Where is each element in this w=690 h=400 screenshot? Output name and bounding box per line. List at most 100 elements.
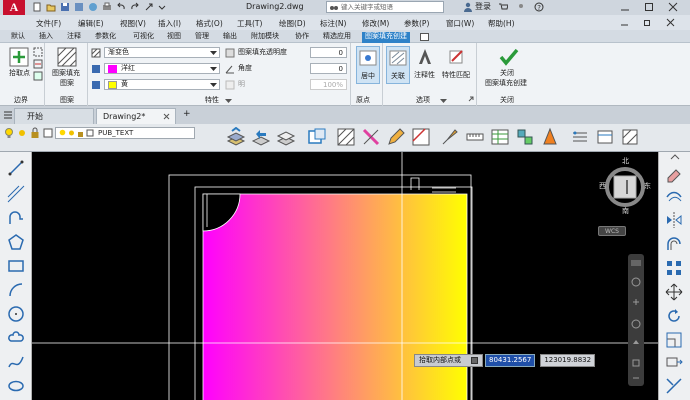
lightbulb-icon[interactable]	[4, 127, 14, 139]
viewcube-east[interactable]: 东	[644, 183, 651, 190]
close-icon[interactable]	[668, 2, 678, 12]
tab-start[interactable]: 开始	[14, 108, 94, 124]
help-icon[interactable]: ?	[534, 2, 544, 12]
doc-close-icon[interactable]	[666, 18, 675, 27]
ribbon-toggle-icon[interactable]	[420, 33, 429, 41]
wcs-menu[interactable]: WCS	[598, 226, 626, 236]
maximize-icon[interactable]	[644, 2, 654, 12]
tab-output[interactable]: 输出	[220, 32, 240, 43]
save-icon[interactable]	[60, 2, 70, 12]
chevron-down-icon[interactable]	[158, 2, 166, 12]
select-objects-icon[interactable]	[33, 47, 43, 57]
tab-hatch-creation[interactable]: 图案填充创建	[362, 32, 410, 43]
doc-restore-icon[interactable]	[643, 18, 652, 27]
tab-default[interactable]: 默认	[8, 32, 28, 43]
hatch-type-select[interactable]: 渐变色	[104, 47, 220, 58]
tab-parametric[interactable]: 参数化	[92, 32, 119, 43]
region-tool[interactable]	[411, 127, 431, 147]
drawing-canvas[interactable]: 北 南 东 西 WCS 拾取内部点或 80431.2567 123019.883…	[32, 152, 658, 400]
rotate-tool[interactable]	[663, 306, 685, 326]
web-icon[interactable]	[88, 2, 98, 12]
gradient-tool[interactable]	[361, 127, 381, 147]
tooltip-menu-icon[interactable]	[471, 356, 478, 364]
menu-help[interactable]: 帮助(H)	[488, 18, 515, 29]
color-square-icon[interactable]	[43, 127, 53, 139]
angle-input[interactable]: 0	[310, 63, 347, 74]
new-tab-button[interactable]: +	[183, 110, 191, 119]
revcloud-tool[interactable]	[5, 328, 27, 348]
gradient-hatch-fill[interactable]	[203, 194, 467, 400]
save-as-icon[interactable]	[74, 2, 84, 12]
minimize-icon[interactable]	[620, 2, 630, 12]
menu-icon[interactable]	[3, 110, 13, 120]
tab-manage[interactable]: 管理	[192, 32, 212, 43]
measure-tool[interactable]	[465, 127, 485, 147]
scroll-up-icon[interactable]	[670, 154, 680, 160]
table-tool[interactable]	[490, 127, 510, 147]
hatch-edit-tool[interactable]	[620, 127, 640, 147]
new-file-icon[interactable]	[32, 2, 42, 12]
block-tool[interactable]	[515, 127, 535, 147]
pencil-tool[interactable]	[386, 127, 406, 147]
move-tool[interactable]	[663, 282, 685, 302]
lock-icon[interactable]	[30, 127, 40, 139]
pick-point-button[interactable]	[9, 47, 29, 67]
polyline-tool[interactable]	[5, 208, 27, 228]
line-tool[interactable]	[5, 158, 27, 178]
hatch-tool[interactable]	[336, 127, 356, 147]
plot-icon[interactable]	[102, 2, 112, 12]
menu-dimension[interactable]: 标注(N)	[320, 18, 346, 29]
search-box[interactable]: 键入关键字或短语	[326, 1, 444, 13]
rectangle-tool[interactable]	[5, 256, 27, 276]
viewcube[interactable]: 北 南 东 西	[598, 158, 652, 230]
viewcube-west[interactable]: 西	[599, 183, 606, 190]
viewcube-north[interactable]: 北	[622, 158, 629, 165]
arc-tool[interactable]	[5, 280, 27, 300]
frame-tool[interactable]	[595, 127, 615, 147]
user-area[interactable]: 登录	[463, 2, 491, 12]
dialog-launcher-icon[interactable]	[468, 96, 474, 102]
erase-tool[interactable]	[663, 164, 685, 184]
y-coordinate-input[interactable]: 123019.8832	[540, 353, 596, 367]
menu-format[interactable]: 格式(O)	[196, 18, 223, 29]
annotative-button[interactable]	[414, 47, 436, 67]
menu-tools[interactable]: 工具(T)	[237, 18, 262, 29]
scale-tool[interactable]	[663, 330, 685, 350]
menu-edit[interactable]: 编辑(E)	[78, 18, 104, 29]
tab-featured-apps[interactable]: 精选应用	[320, 32, 354, 43]
sun-icon[interactable]	[17, 127, 27, 139]
circle-tool[interactable]	[5, 304, 27, 324]
trim-tool[interactable]	[663, 376, 685, 396]
layer-properties-tool[interactable]	[226, 127, 246, 147]
x-coordinate-input[interactable]: 80431.2567	[485, 353, 536, 367]
mirror-tool[interactable]	[663, 210, 685, 230]
chevron-down-icon[interactable]	[225, 99, 232, 104]
doc-minimize-icon[interactable]	[620, 18, 629, 27]
tab-visualize[interactable]: 可视化	[130, 32, 157, 43]
tab-close-icon[interactable]	[163, 113, 170, 120]
ellipse-tool[interactable]	[5, 376, 27, 396]
transparency-input[interactable]: 0	[310, 47, 347, 58]
menu-insert[interactable]: 插入(I)	[158, 18, 181, 29]
cart-icon[interactable]	[498, 2, 508, 12]
associative-button[interactable]: 关联	[386, 46, 410, 84]
tab-addins[interactable]: 附加模块	[248, 32, 282, 43]
centered-button[interactable]: 居中	[356, 46, 380, 84]
gradient-color1-select[interactable]: 洋红	[104, 63, 220, 74]
tab-annotate[interactable]: 注释	[64, 32, 84, 43]
construction-line-tool[interactable]	[5, 184, 27, 204]
open-file-icon[interactable]	[46, 2, 56, 12]
layer-dropdown[interactable]: PUB_TEXT	[55, 127, 195, 139]
stretch-tool[interactable]	[663, 352, 685, 372]
match-prop-tool[interactable]	[440, 127, 460, 147]
layer-iso-tool[interactable]	[276, 127, 296, 147]
polygon-tool[interactable]	[5, 232, 27, 252]
pattern-button[interactable]	[57, 47, 77, 67]
spline-tool[interactable]	[5, 352, 27, 372]
user-group-icon[interactable]	[516, 2, 526, 12]
tab-drawing2[interactable]: Drawing2*	[96, 108, 176, 124]
menu-window[interactable]: 窗口(W)	[446, 18, 474, 29]
menu-file[interactable]: 文件(F)	[36, 18, 61, 29]
share-icon[interactable]	[144, 2, 154, 12]
redo-icon[interactable]	[130, 2, 140, 12]
